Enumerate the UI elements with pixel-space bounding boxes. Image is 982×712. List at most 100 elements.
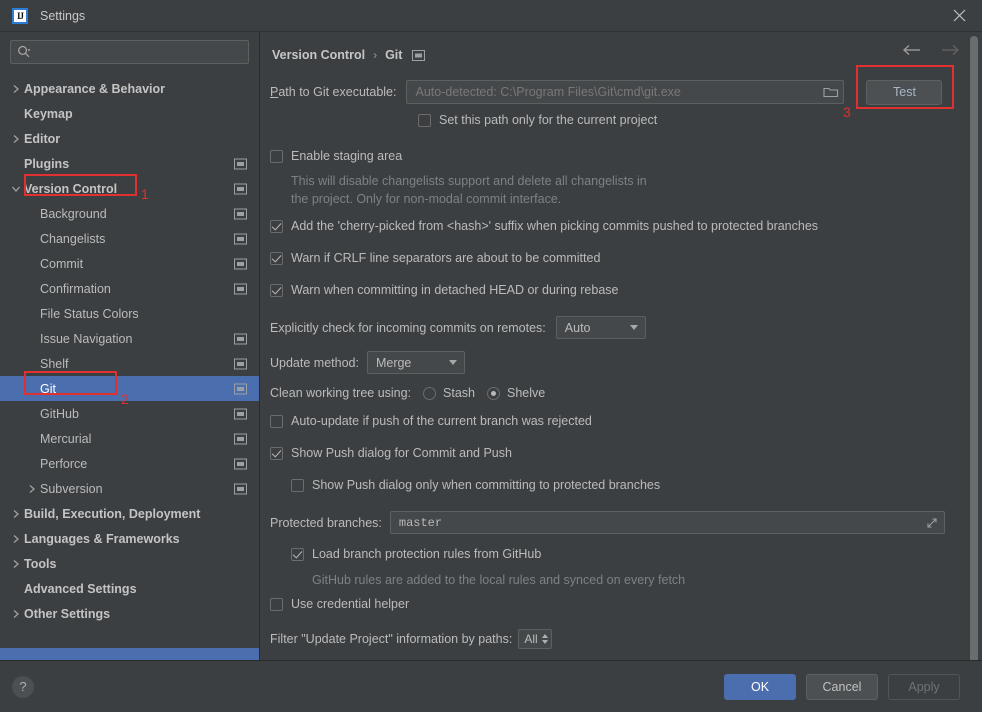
incoming-commits-select[interactable]: Auto	[556, 316, 646, 339]
incoming-commits-label: Explicitly check for incoming commits on…	[270, 321, 546, 335]
show-push-protected-row[interactable]: Show Push dialog only when committing to…	[270, 477, 960, 499]
git-path-input[interactable]: Auto-detected: C:\Program Files\Git\cmd\…	[406, 80, 844, 104]
chevron-right-icon[interactable]	[8, 534, 24, 544]
set-path-project-only-row[interactable]: Set this path only for the current proje…	[270, 112, 960, 134]
sidebar-item-issue-navigation[interactable]: Issue Navigation	[0, 326, 259, 351]
navigation-arrows	[902, 44, 960, 56]
search-box[interactable]	[10, 40, 249, 64]
ok-button[interactable]: OK	[724, 674, 796, 700]
sidebar-item-editor[interactable]: Editor	[0, 126, 259, 151]
chevron-right-icon[interactable]	[8, 509, 24, 519]
sidebar-item-mercurial[interactable]: Mercurial	[0, 426, 259, 451]
project-scope-icon	[412, 50, 425, 61]
project-scope-icon	[234, 158, 247, 169]
main-content: Version Control › Git	[260, 32, 982, 660]
chevron-right-icon[interactable]	[8, 84, 24, 94]
sidebar-item-plugins[interactable]: Plugins	[0, 151, 259, 176]
staging-hint-line-2: the project. Only for non-modal commit i…	[291, 190, 960, 208]
stepper-arrows[interactable]	[542, 634, 548, 644]
chevron-down-icon[interactable]	[8, 185, 24, 193]
enable-staging-checkbox[interactable]	[270, 150, 283, 163]
title-bar: IJ Settings	[0, 0, 982, 32]
protected-branches-row: Protected branches: master	[270, 511, 960, 534]
sidebar-item-advanced-settings[interactable]: Advanced Settings	[0, 576, 259, 601]
sidebar-item-label: Shelf	[40, 357, 69, 371]
expand-icon[interactable]	[926, 517, 938, 529]
chevron-right-icon[interactable]	[8, 559, 24, 569]
sidebar-item-appearance-behavior[interactable]: Appearance & Behavior	[0, 76, 259, 101]
stepper-down-icon[interactable]	[542, 640, 548, 644]
warn-detached-checkbox[interactable]	[270, 284, 283, 297]
warn-detached-label: Warn when committing in detached HEAD or…	[291, 282, 618, 299]
sidebar-item-build-execution-deployment[interactable]: Build, Execution, Deployment	[0, 501, 259, 526]
sidebar-item-label: Advanced Settings	[24, 582, 137, 596]
radio-shelve[interactable]	[487, 387, 500, 400]
main-scrollbar[interactable]	[970, 36, 978, 660]
project-scope-icon	[234, 283, 247, 294]
chevron-right-icon[interactable]	[8, 609, 24, 619]
search-input[interactable]	[31, 44, 242, 60]
chevron-right-icon[interactable]	[24, 484, 40, 494]
sidebar-item-perforce[interactable]: Perforce	[0, 451, 259, 476]
search-wrapper	[0, 32, 259, 70]
use-credential-helper-row[interactable]: Use credential helper	[270, 596, 960, 618]
project-scope-icon	[234, 383, 247, 394]
project-scope-icon	[234, 358, 247, 369]
staging-hint: This will disable changelists support an…	[270, 172, 960, 208]
enable-staging-row[interactable]: Enable staging area	[270, 148, 960, 170]
sidebar-item-confirmation[interactable]: Confirmation	[0, 276, 259, 301]
load-github-rules-label: Load branch protection rules from GitHub	[312, 546, 541, 563]
cherry-picked-row[interactable]: Add the 'cherry-picked from <hash>' suff…	[270, 218, 960, 240]
radio-stash[interactable]	[423, 387, 436, 400]
sidebar-item-changelists[interactable]: Changelists	[0, 226, 259, 251]
show-push-protected-checkbox[interactable]	[291, 479, 304, 492]
chevron-down-icon	[630, 325, 638, 330]
sidebar-item-keymap[interactable]: Keymap	[0, 101, 259, 126]
use-credential-helper-checkbox[interactable]	[270, 598, 283, 611]
show-push-dialog-checkbox[interactable]	[270, 447, 283, 460]
sidebar-item-other-settings[interactable]: Other Settings	[0, 601, 259, 626]
load-github-rules-row[interactable]: Load branch protection rules from GitHub	[270, 546, 960, 568]
load-github-rules-checkbox[interactable]	[291, 548, 304, 561]
stepper-up-icon[interactable]	[542, 634, 548, 638]
sidebar-item-label: Git	[40, 382, 56, 396]
sidebar-item-version-control[interactable]: Version Control	[0, 176, 259, 201]
auto-update-checkbox[interactable]	[270, 415, 283, 428]
protected-branches-input[interactable]: master	[390, 511, 945, 534]
help-icon[interactable]: ?	[12, 676, 34, 698]
sidebar-item-label: Plugins	[24, 157, 69, 171]
sidebar-item-subversion[interactable]: Subversion	[0, 476, 259, 501]
close-icon[interactable]	[936, 0, 982, 32]
arrow-left-icon[interactable]	[902, 44, 922, 56]
auto-update-row[interactable]: Auto-update if push of the current branc…	[270, 413, 960, 435]
folder-icon[interactable]	[823, 85, 839, 99]
sidebar-item-background[interactable]: Background	[0, 201, 259, 226]
cancel-button[interactable]: Cancel	[806, 674, 878, 700]
project-scope-icon	[234, 183, 247, 194]
cherry-picked-checkbox[interactable]	[270, 220, 283, 233]
radio-stash-label[interactable]: Stash	[443, 386, 475, 400]
show-push-dialog-row[interactable]: Show Push dialog for Commit and Push	[270, 445, 960, 467]
project-scope-icon	[234, 258, 247, 269]
update-method-select[interactable]: Merge	[367, 351, 465, 374]
apply-button[interactable]: Apply	[888, 674, 960, 700]
sidebar-item-languages-frameworks[interactable]: Languages & Frameworks	[0, 526, 259, 551]
warn-detached-row[interactable]: Warn when committing in detached HEAD or…	[270, 282, 960, 304]
sidebar-item-tools[interactable]: Tools	[0, 551, 259, 576]
set-path-project-only-checkbox[interactable]	[418, 114, 431, 127]
settings-dialog: IJ Settings	[0, 0, 982, 712]
sidebar-item-commit[interactable]: Commit	[0, 251, 259, 276]
warn-crlf-checkbox[interactable]	[270, 252, 283, 265]
radio-shelve-label[interactable]: Shelve	[507, 386, 545, 400]
sidebar-item-github[interactable]: GitHub	[0, 401, 259, 426]
sidebar-item-label: Version Control	[24, 182, 117, 196]
sidebar-item-git[interactable]: Git	[0, 376, 259, 401]
sidebar-item-shelf[interactable]: Shelf	[0, 351, 259, 376]
chevron-right-icon[interactable]	[8, 134, 24, 144]
warn-crlf-row[interactable]: Warn if CRLF line separators are about t…	[270, 250, 960, 272]
filter-update-stepper[interactable]: All	[518, 629, 551, 649]
arrow-right-icon	[940, 44, 960, 56]
breadcrumb-root[interactable]: Version Control	[272, 48, 365, 62]
sidebar-item-file-status-colors[interactable]: File Status Colors	[0, 301, 259, 326]
test-button[interactable]: Test	[866, 80, 942, 105]
